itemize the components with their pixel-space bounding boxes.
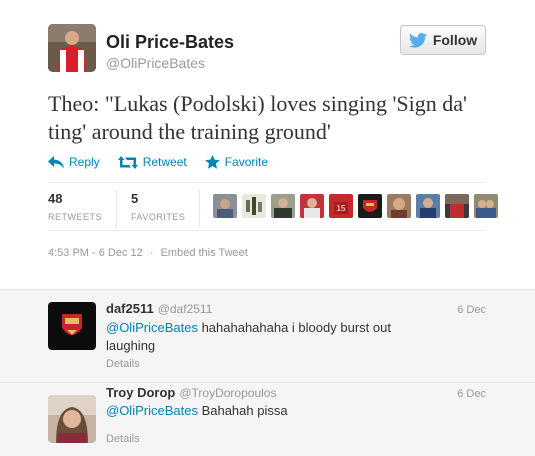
tweet-timestamp[interactable]: 4:53 PM - 6 Dec 12	[48, 247, 143, 259]
reply-date[interactable]: 6 Dec	[457, 388, 486, 400]
retweet-label: Retweet	[142, 155, 187, 169]
tweet-actions: Reply Retweet Favorite	[48, 155, 268, 169]
reply-author-handle: @TroyDoropoulos	[179, 386, 277, 400]
follow-button[interactable]: Follow	[400, 25, 486, 55]
retweet-action[interactable]: Retweet	[117, 155, 187, 169]
author-username[interactable]: @OliPriceBates	[106, 55, 205, 71]
reply-author-handle: @daf2511	[157, 302, 213, 316]
mention-link[interactable]: @OliPriceBates	[106, 320, 198, 335]
details-link[interactable]: Details	[106, 433, 140, 445]
reply-label: Reply	[69, 155, 100, 169]
replies-section: daf2511 @daf2511 6 Dec @OliPriceBates hah…	[0, 289, 535, 456]
favoriters-avatars: 15	[213, 194, 498, 218]
user-avatar[interactable]	[48, 395, 96, 443]
favorites-stat[interactable]: 5 FAVORITES	[131, 190, 201, 228]
reply-body: Bahahah pissa	[197, 403, 288, 418]
divider	[48, 230, 486, 231]
user-avatar[interactable]	[445, 194, 469, 218]
twitter-bird-icon	[408, 32, 427, 48]
favorites-label: FAVORITES	[131, 212, 186, 222]
user-avatar[interactable]	[358, 194, 382, 218]
reply-text: @OliPriceBates Bahahah pissa	[106, 402, 436, 420]
user-avatar[interactable]	[242, 194, 266, 218]
reply-text: @OliPriceBates hahahahahaha i bloody bur…	[106, 319, 436, 355]
mention-link[interactable]: @OliPriceBates	[106, 403, 198, 418]
svg-text:15: 15	[337, 204, 346, 213]
author-avatar[interactable]	[48, 24, 96, 72]
divider	[48, 182, 486, 183]
retweet-icon	[117, 155, 138, 169]
retweets-count: 48	[48, 191, 63, 206]
reply-icon	[48, 155, 64, 168]
user-avatar[interactable]	[300, 194, 324, 218]
user-avatar[interactable]	[48, 302, 96, 350]
retweets-stat[interactable]: 48 RETWEETS	[48, 190, 118, 228]
user-avatar[interactable]	[213, 194, 237, 218]
favorite-star-icon	[204, 155, 220, 169]
tweet-text: Theo: "Lukas (Podolski) loves singing 'S…	[48, 91, 467, 144]
author-fullname[interactable]: Oli Price-Bates	[106, 32, 234, 53]
retweets-label: RETWEETS	[48, 212, 103, 222]
reply-author-name: daf2511	[106, 301, 154, 316]
favorite-label: Favorite	[224, 155, 269, 169]
tweet-stats: 48 RETWEETS 5 FAVORITES	[48, 190, 214, 228]
reply-author[interactable]: daf2511 @daf2511	[106, 301, 212, 316]
reply-author[interactable]: Troy Dorop @TroyDoropoulos	[106, 385, 276, 400]
tweet-card: Oli Price-Bates @OliPriceBates Follow Th…	[0, 0, 535, 289]
user-avatar[interactable]	[474, 194, 498, 218]
reply-author-name: Troy Dorop	[106, 385, 176, 400]
embed-tweet-link[interactable]: Embed this Tweet	[161, 247, 248, 259]
favorites-count: 5	[131, 191, 139, 206]
details-link[interactable]: Details	[106, 358, 140, 370]
reply-date[interactable]: 6 Dec	[457, 304, 486, 316]
follow-button-label: Follow	[432, 32, 478, 48]
user-avatar[interactable]	[271, 194, 295, 218]
tweet-meta: 4:53 PM - 6 Dec 12 · Embed this Tweet	[48, 247, 248, 259]
user-avatar[interactable]	[387, 194, 411, 218]
reply-item: daf2511 @daf2511 6 Dec @OliPriceBates hah…	[0, 290, 535, 382]
favorite-action[interactable]: Favorite	[204, 155, 269, 169]
reply-item: Troy Dorop @TroyDoropoulos 6 Dec @OliPric…	[0, 383, 535, 456]
user-avatar[interactable]	[416, 194, 440, 218]
reply-action[interactable]: Reply	[48, 155, 100, 169]
user-avatar[interactable]: 15	[329, 194, 353, 218]
meta-separator: ·	[149, 247, 154, 259]
